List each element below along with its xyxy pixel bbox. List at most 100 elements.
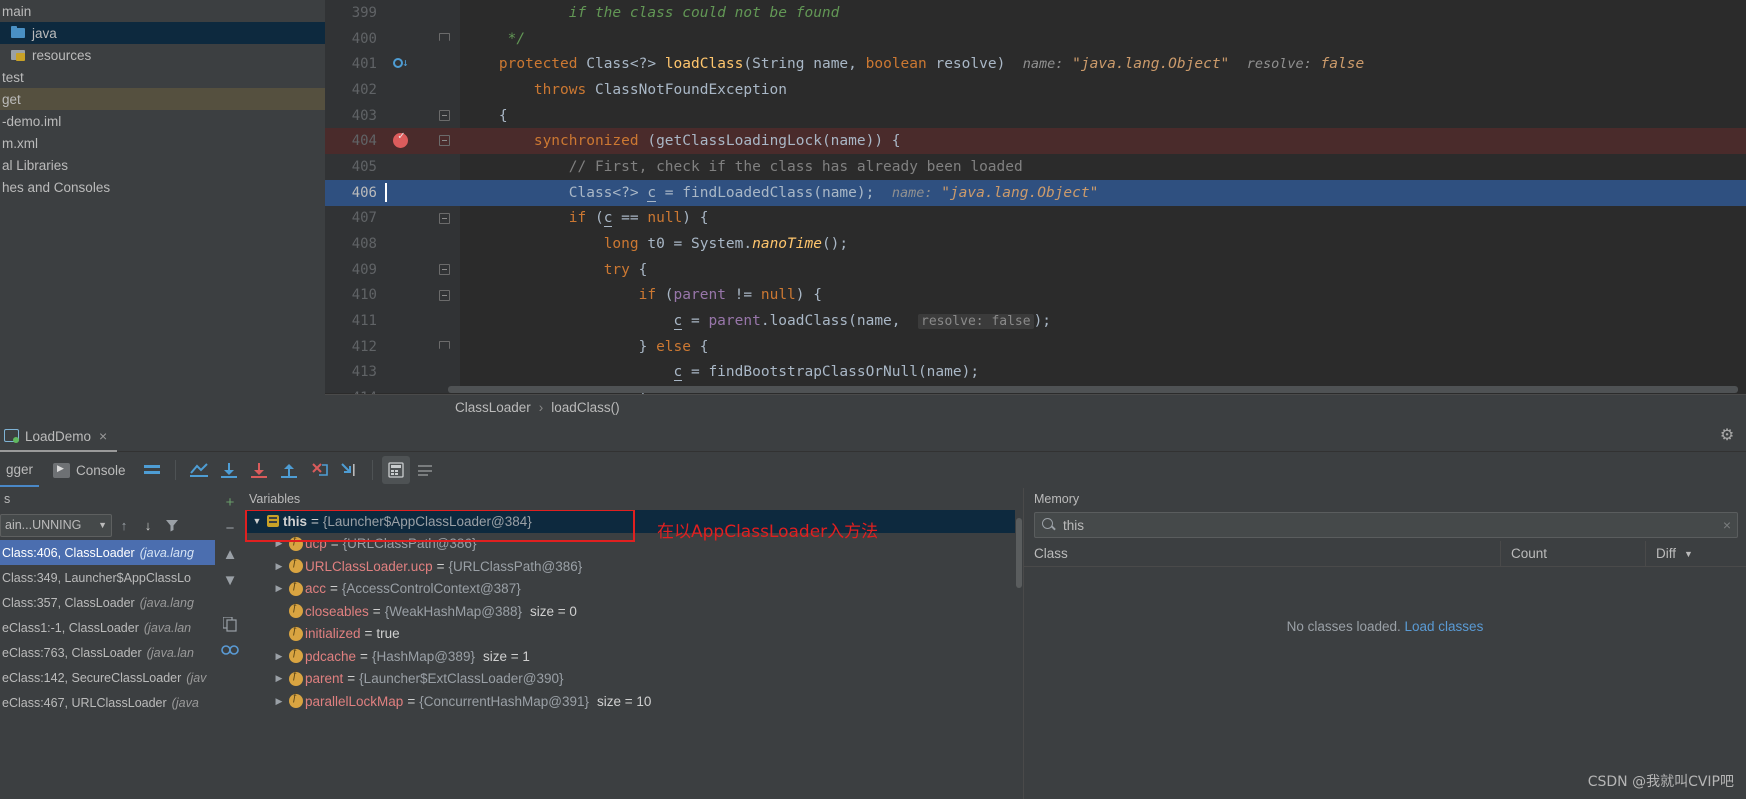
gutter-area[interactable] xyxy=(383,128,460,154)
step-over-icon[interactable] xyxy=(215,456,243,484)
clear-icon[interactable]: × xyxy=(1717,517,1731,533)
code-line[interactable]: 412 } else { xyxy=(325,334,1746,360)
code-line[interactable]: 411 c = parent.loadClass(name, resolve: … xyxy=(325,308,1746,334)
step-out-icon[interactable] xyxy=(275,456,303,484)
project-tree-item[interactable]: -demo.iml xyxy=(0,110,325,132)
project-tree[interactable]: main java resources test get -demo.iml m.xml al… xyxy=(0,0,325,420)
variable-row[interactable]: ▶ parent={Launcher$ExtClassLoader@390} xyxy=(245,668,1023,691)
fold-marker-icon[interactable] xyxy=(439,109,450,121)
column-header-diff[interactable]: Diff ▼ xyxy=(1646,541,1746,567)
chevron-right-icon[interactable]: ▶ xyxy=(271,651,287,662)
memory-panel[interactable]: Memory × Class Count Diff ▼ No classes l… xyxy=(1023,488,1746,799)
variable-row[interactable]: ▶ parallelLockMap={ConcurrentHashMap@391}… xyxy=(245,690,1023,713)
step-into-icon[interactable] xyxy=(245,456,273,484)
chevron-right-icon[interactable]: ▶ xyxy=(271,561,287,572)
project-tree-item[interactable]: java xyxy=(0,22,325,44)
gutter-area[interactable] xyxy=(383,26,460,52)
project-tree-item[interactable]: resources xyxy=(0,44,325,66)
code-line[interactable]: 407 if (c == null) { xyxy=(325,206,1746,232)
gutter-area[interactable] xyxy=(383,206,460,232)
gutter-area[interactable] xyxy=(383,231,460,257)
project-tree-item[interactable]: test xyxy=(0,66,325,88)
gutter-area[interactable] xyxy=(383,103,460,129)
code-line[interactable]: 408 long t0 = System.nanoTime(); xyxy=(325,231,1746,257)
fold-marker-icon[interactable] xyxy=(439,212,450,224)
add-watch-icon[interactable]: + xyxy=(218,490,242,514)
gutter-area[interactable] xyxy=(383,77,460,103)
stack-frame-row[interactable]: eClass:142, SecureClassLoader (jav xyxy=(0,665,215,690)
project-tree-item[interactable]: al Libraries xyxy=(0,154,325,176)
show-execution-point-icon[interactable] xyxy=(185,456,213,484)
gutter-area[interactable] xyxy=(383,334,460,360)
code-line[interactable]: 413 c = findBootstrapClassOrNull(name); xyxy=(325,360,1746,386)
memory-search-input[interactable] xyxy=(1063,517,1717,533)
run-to-cursor-icon[interactable] xyxy=(335,456,363,484)
gutter-area[interactable] xyxy=(383,257,460,283)
project-tree-item[interactable]: hes and Consoles xyxy=(0,176,325,198)
variable-row[interactable]: ▶ initialized=true xyxy=(245,623,1023,646)
code-line[interactable]: 399 if the class could not be found xyxy=(325,0,1746,26)
chevron-down-icon[interactable]: ▼ xyxy=(249,516,265,526)
code-line[interactable]: 405 // First, check if the class has alr… xyxy=(325,154,1746,180)
stack-frame-row[interactable]: eClass1:-1, ClassLoader (java.lan xyxy=(0,615,215,640)
gutter-area[interactable] xyxy=(383,0,460,26)
editor-horizontal-scrollbar[interactable] xyxy=(448,386,1738,393)
filter-icon[interactable] xyxy=(160,513,184,537)
breadcrumb-method[interactable]: loadClass() xyxy=(551,400,619,415)
frame-down-icon[interactable]: ↓ xyxy=(136,513,160,537)
gear-icon[interactable]: ⚙ xyxy=(1718,427,1736,445)
run-tab-loaddemo[interactable]: LoadDemo × xyxy=(0,422,118,452)
frames-list[interactable]: Class:406, ClassLoader (java.lang Class:34… xyxy=(0,540,215,715)
chevron-right-icon[interactable]: ▶ xyxy=(271,583,287,594)
chevron-right-icon[interactable]: ▶ xyxy=(271,538,287,549)
layout-settings-icon[interactable] xyxy=(138,456,166,484)
variables-scrollbar[interactable] xyxy=(1015,510,1023,799)
evaluate-expression-icon[interactable] xyxy=(381,456,410,484)
fold-marker-icon[interactable] xyxy=(439,32,450,41)
variable-row[interactable]: ▶ ucp={URLClassPath@386} xyxy=(245,533,1023,556)
load-classes-link[interactable]: Load classes xyxy=(1405,619,1484,634)
gutter-area[interactable] xyxy=(383,180,460,206)
project-tree-item[interactable]: m.xml xyxy=(0,132,325,154)
fold-marker-icon[interactable] xyxy=(439,135,450,147)
stack-frame-row[interactable]: eClass:763, ClassLoader (java.lan xyxy=(0,640,215,665)
frames-panel[interactable]: s ain...UNNING ▼ ↑ ↓ Class:406, ClassLoa… xyxy=(0,488,215,799)
overriding-method-icon[interactable]: ↓ xyxy=(393,57,409,71)
gutter-area[interactable] xyxy=(383,360,460,386)
gutter-area[interactable] xyxy=(383,154,460,180)
drop-frame-icon[interactable] xyxy=(305,456,333,484)
code-line[interactable]: 409 try { xyxy=(325,257,1746,283)
fold-marker-icon[interactable] xyxy=(439,340,450,349)
fold-marker-icon[interactable] xyxy=(439,263,450,275)
code-line[interactable]: 403 { xyxy=(325,103,1746,129)
settings-icon[interactable] xyxy=(412,456,440,484)
stack-frame-row[interactable]: Class:357, ClassLoader (java.lang xyxy=(0,590,215,615)
project-tree-item[interactable]: get xyxy=(0,88,325,110)
variable-row[interactable]: ▶ pdcache={HashMap@389} size = 1 xyxy=(245,645,1023,668)
variable-row[interactable]: ▶ URLClassLoader.ucp={URLClassPath@386} xyxy=(245,555,1023,578)
remove-watch-icon[interactable]: − xyxy=(218,516,242,540)
column-header-class[interactable]: Class xyxy=(1024,540,1501,567)
gutter-area[interactable] xyxy=(383,308,460,334)
inspect-icon[interactable] xyxy=(218,638,242,662)
fold-marker-icon[interactable] xyxy=(439,289,450,301)
variables-panel[interactable]: + − ▲ ▼ Variables ▼ this = {Launcher$AppCla… xyxy=(215,488,1023,799)
stack-frame-row[interactable]: eClass:467, URLClassLoader (java xyxy=(0,690,215,715)
code-line[interactable]: 404 synchronized (getClassLoadingLock(na… xyxy=(325,128,1746,155)
move-down-icon[interactable]: ▼ xyxy=(218,568,242,592)
code-line[interactable]: 406 Class<?> c = findLoadedClass(name); … xyxy=(325,179,1746,206)
close-icon[interactable]: × xyxy=(99,428,107,444)
project-tree-item[interactable]: main xyxy=(0,0,325,22)
thread-dropdown[interactable]: ain...UNNING ▼ xyxy=(0,513,112,537)
move-up-icon[interactable]: ▲ xyxy=(218,542,242,566)
code-line[interactable]: 410 if (parent != null) { xyxy=(325,283,1746,309)
variable-row[interactable]: ▼ this = {Launcher$AppClassLoader@384} xyxy=(245,510,1023,533)
tab-console[interactable]: Console xyxy=(53,462,126,478)
chevron-right-icon[interactable]: ▶ xyxy=(271,673,287,684)
scrollbar-thumb[interactable] xyxy=(1016,518,1022,588)
code-line[interactable]: 401 ↓ protected Class<?> loadClass(String… xyxy=(325,51,1746,77)
breakpoint-icon[interactable] xyxy=(393,129,408,149)
stack-frame-row[interactable]: Class:349, Launcher$AppClassLo xyxy=(0,565,215,590)
variable-row[interactable]: ▶ acc={AccessControlContext@387} xyxy=(245,578,1023,601)
stack-frame-row[interactable]: Class:406, ClassLoader (java.lang xyxy=(0,540,215,565)
